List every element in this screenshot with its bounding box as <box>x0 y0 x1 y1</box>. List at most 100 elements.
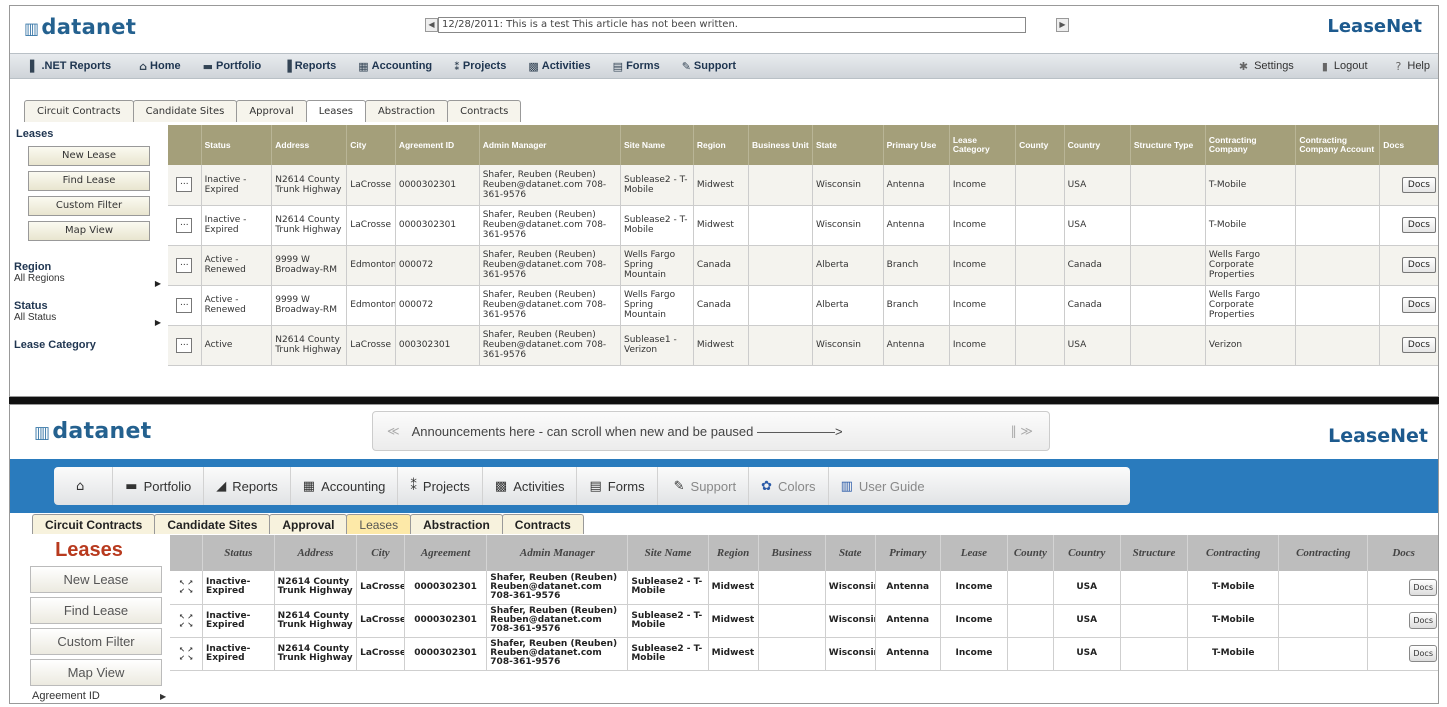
column-header-region[interactable]: Region <box>708 535 759 571</box>
column-header-county[interactable]: County <box>1007 535 1054 571</box>
column-header-docs[interactable]: Docs <box>1367 535 1438 571</box>
column-header-business[interactable]: Business <box>758 535 826 571</box>
new-lease-button[interactable]: New Lease <box>28 146 150 166</box>
column-header-admin-manager[interactable]: Admin Manager <box>486 535 629 571</box>
column-header-primary[interactable]: Primary <box>875 535 941 571</box>
nav-portfolio[interactable]: ▬ Portfolio <box>113 467 205 505</box>
nav-support[interactable]: ✎ Support <box>658 467 750 505</box>
column-header-lease[interactable]: Lease <box>940 535 1009 571</box>
column-header-city[interactable]: City <box>356 535 405 571</box>
status-filter-value[interactable]: All Status <box>14 312 167 323</box>
docs-button[interactable]: Docs <box>1401 337 1436 353</box>
nav-reports[interactable]: ◢ Reports <box>204 467 291 505</box>
nav-settings[interactable]: ✱ Settings <box>1239 60 1294 73</box>
tab-candidate-sites[interactable]: Candidate Sites <box>154 514 271 534</box>
ticker-next-icon[interactable]: ▶ <box>1056 18 1069 32</box>
column-header-address[interactable]: Address <box>274 535 358 571</box>
column-header-docs[interactable]: Docs <box>1379 125 1438 165</box>
nav-reports[interactable]: ▐ Reports <box>283 60 336 73</box>
nav-forms[interactable]: ▤ Forms <box>577 467 658 505</box>
column-header-business-unit[interactable]: Business Unit <box>748 125 814 165</box>
nav-activities[interactable]: ▩ Activities <box>483 467 578 505</box>
column-header-structure-type[interactable]: Structure Type <box>1130 125 1206 165</box>
custom-filter-button[interactable]: Custom Filter <box>28 196 150 216</box>
nav-colors[interactable]: ✿ Colors <box>749 467 829 505</box>
ticker-prev-icon[interactable]: ◀ <box>425 18 438 32</box>
datanet-logo[interactable]: ▥datanet <box>34 419 152 444</box>
column-header-contracting-company-account[interactable]: Contracting Company Account <box>1295 125 1381 165</box>
column-header-country[interactable]: Country <box>1064 125 1131 165</box>
new-lease-button[interactable]: New Lease <box>30 566 162 593</box>
expand-arrows-icon[interactable]: ↖ ↗ ↙ ↘ <box>170 646 202 662</box>
nav-net-reports[interactable]: ▌ .NET Reports <box>30 60 111 73</box>
column-header-lease-category[interactable]: Lease Category <box>949 125 1017 165</box>
column-header-site-name[interactable]: Site Name <box>627 535 709 571</box>
tab-leases[interactable]: Leases <box>305 100 366 122</box>
docs-button[interactable]: Docs <box>1401 257 1436 273</box>
column-header-county[interactable]: County <box>1015 125 1065 165</box>
tab-abstraction[interactable]: Abstraction <box>410 514 503 534</box>
tab-contracts[interactable]: Contracts <box>447 100 522 122</box>
status-expand-icon[interactable]: ▶ <box>155 318 161 327</box>
column-header-contracting-company[interactable]: Contracting Company <box>1205 125 1297 165</box>
tab-contracts[interactable]: Contracts <box>501 514 584 534</box>
docs-button[interactable]: Docs <box>1401 217 1436 233</box>
table-row[interactable]: ... Inactive - Expired N2614 County Trunk … <box>168 165 1438 206</box>
column-header-status[interactable]: Status <box>201 125 273 165</box>
docs-button[interactable]: Docs <box>1409 612 1437 629</box>
nav-help[interactable]: ? Help <box>1396 60 1430 73</box>
table-row[interactable]: ↖ ↗ ↙ ↘ Inactive- Expired N2614 County Trun… <box>170 637 1438 671</box>
tab-abstraction[interactable]: Abstraction <box>364 100 449 122</box>
column-header-home[interactable] <box>170 535 204 571</box>
column-header-region[interactable]: Region <box>693 125 750 165</box>
announcement-prev-icon[interactable]: ≪ <box>387 424 400 438</box>
map-view-button[interactable]: Map View <box>28 221 150 241</box>
row-menu-button[interactable]: ... <box>176 297 193 313</box>
column-header-structure[interactable]: Structure <box>1120 535 1189 571</box>
region-expand-icon[interactable]: ▶ <box>155 279 161 288</box>
region-filter-value[interactable]: All Regions <box>14 273 167 284</box>
docs-button[interactable]: Docs <box>1401 297 1436 313</box>
datanet-logo[interactable]: ▥datanet <box>24 15 136 39</box>
nav-projects[interactable]: ⁑ Projects <box>454 60 506 73</box>
map-view-button[interactable]: Map View <box>30 659 162 686</box>
column-header-state[interactable]: State <box>812 125 884 165</box>
column-header-agreement-id[interactable]: Agreement ID <box>395 125 480 165</box>
expand-arrows-icon[interactable]: ↖ ↗ ↙ ↘ <box>170 579 202 595</box>
docs-button[interactable]: Docs <box>1401 176 1436 193</box>
tab-approval[interactable]: Approval <box>269 514 348 534</box>
nav-user-guide[interactable]: ▥ User Guide <box>829 467 937 505</box>
column-header-home[interactable] <box>168 125 202 165</box>
column-header-address[interactable]: Address <box>271 125 348 165</box>
column-header-state[interactable]: State <box>825 535 876 571</box>
table-row[interactable]: ↖ ↗ ↙ ↘ Inactive- Expired N2614 County Trun… <box>170 571 1438 605</box>
agreement-id-expand-icon[interactable]: ▶ <box>160 692 166 701</box>
expand-arrows-icon[interactable]: ↖ ↗ ↙ ↘ <box>170 613 202 629</box>
row-menu-button[interactable]: ... <box>176 217 193 233</box>
table-row[interactable]: ... Inactive - Expired N2614 County Trunk … <box>168 205 1438 246</box>
row-menu-button[interactable]: ... <box>176 257 193 273</box>
docs-button[interactable]: Docs <box>1409 578 1437 596</box>
column-header-country[interactable]: Country <box>1053 535 1121 571</box>
column-header-city[interactable]: City <box>346 125 396 165</box>
tab-circuit-contracts[interactable]: Circuit Contracts <box>32 514 156 534</box>
tab-leases[interactable]: Leases <box>346 514 412 534</box>
column-header-primary-use[interactable]: Primary Use <box>883 125 950 165</box>
nav-portfolio[interactable]: ▬ Portfolio <box>203 60 262 73</box>
table-row[interactable]: ... Active N2614 County Trunk Highway LaCro… <box>168 325 1438 366</box>
custom-filter-button[interactable]: Custom Filter <box>30 628 162 655</box>
tab-approval[interactable]: Approval <box>236 100 307 122</box>
column-header-agreement[interactable]: Agreement <box>404 535 488 571</box>
find-lease-button[interactable]: Find Lease <box>28 171 150 191</box>
nav-support[interactable]: ✎ Support <box>682 60 736 73</box>
nav-home[interactable]: ⌂ Home <box>139 60 180 73</box>
nav-projects[interactable]: ⁑ Projects <box>398 467 483 505</box>
column-header-status[interactable]: Status <box>202 535 275 571</box>
nav-accounting[interactable]: ▦ Accounting <box>358 60 432 73</box>
docs-button[interactable]: Docs <box>1409 645 1437 662</box>
column-header-admin-manager[interactable]: Admin Manager <box>479 125 621 165</box>
table-row[interactable]: ↖ ↗ ↙ ↘ Inactive- Expired N2614 County Trun… <box>170 604 1438 638</box>
nav-activities[interactable]: ▩ Activities <box>528 60 590 73</box>
column-header-contracting[interactable]: Contracting <box>1187 535 1280 571</box>
table-row[interactable]: ... Active - Renewed 9999 W Broadway-RM Edm… <box>168 285 1438 326</box>
